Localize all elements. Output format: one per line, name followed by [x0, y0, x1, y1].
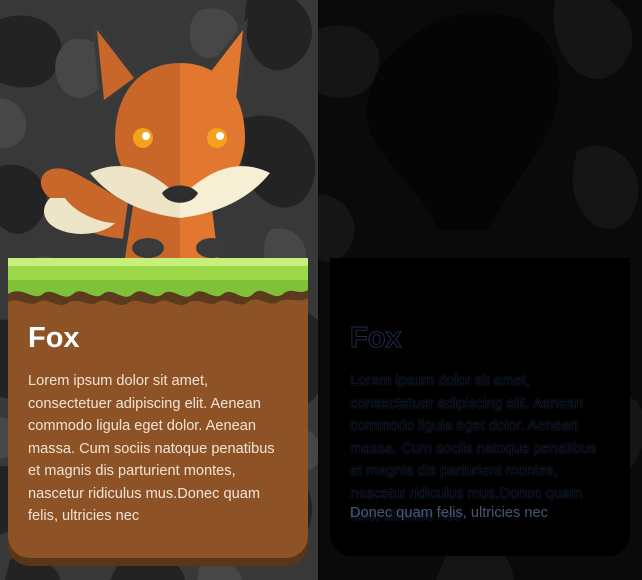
fox-icon — [40, 18, 270, 258]
card-description: Lorem ipsum dolor sit amet, consectetuer… — [28, 373, 275, 524]
left-panel: Fox Lorem ipsum dolor sit amet, consecte… — [0, 0, 318, 580]
card-title: Fox — [28, 322, 80, 354]
card-description-dark: Lorem ipsum dolor sit amet, consectetuer… — [350, 373, 597, 524]
comparison-stage: Fox Lorem ipsum dolor sit amet, consecte… — [0, 0, 642, 580]
fox-card-dark: Fox Lorem ipsum dolor sit amet, consecte… — [330, 258, 630, 556]
fox-card: Fox Lorem ipsum dolor sit amet, consecte… — [8, 258, 308, 558]
grass-icon — [8, 258, 308, 306]
right-panel: Fox Lorem ipsum dolor sit amet, consecte… — [318, 0, 642, 580]
card-title-dark: Fox — [350, 322, 403, 355]
overlay-text: Donec quam felis, ultricies nec — [350, 505, 548, 521]
